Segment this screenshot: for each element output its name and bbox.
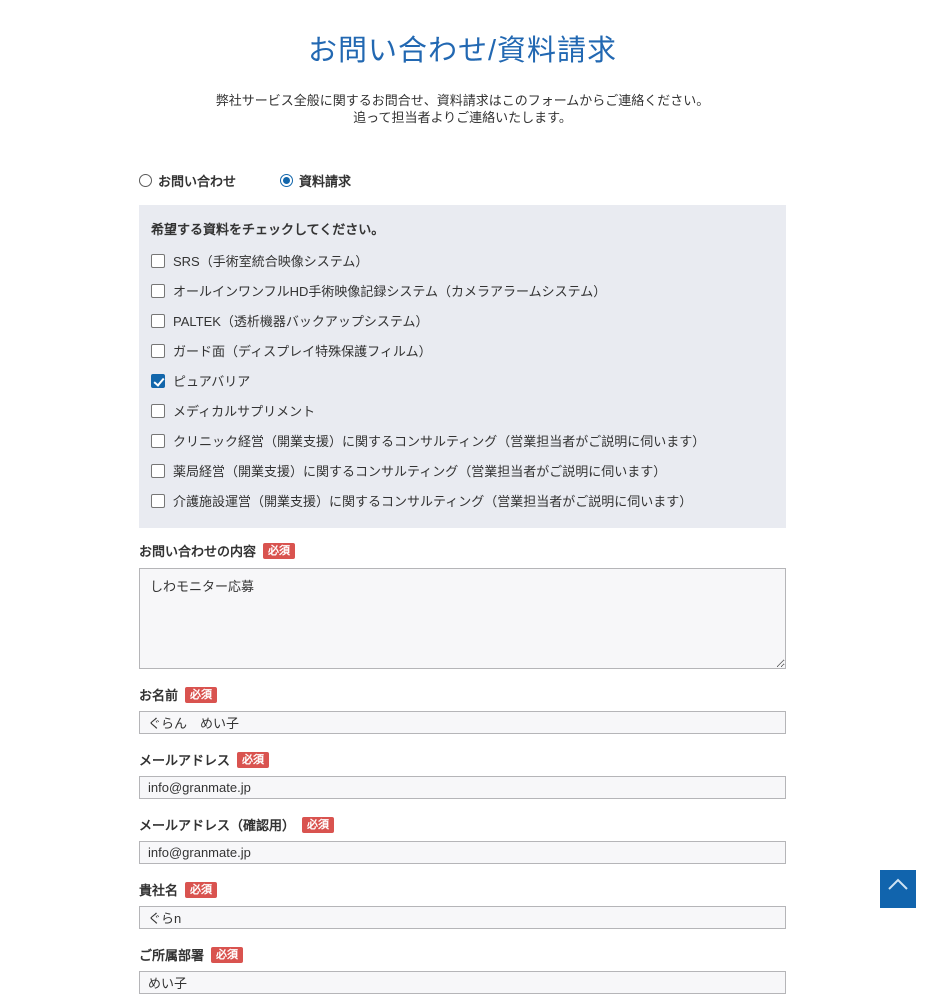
- email-confirm-input[interactable]: [139, 841, 786, 864]
- checkbox-label: オールインワンフルHD手術映像記録システム（カメラアラームシステム）: [173, 281, 606, 300]
- radio-option-label: 資料請求: [299, 171, 351, 190]
- checkbox-label: ガード面（ディスプレイ特殊保護フィルム）: [173, 341, 432, 360]
- field-label: ご所属部署: [139, 945, 204, 964]
- field-label-row: お問い合わせの内容 必須: [139, 541, 786, 560]
- required-badge: 必須: [185, 687, 217, 703]
- subtitle-line-1: 弊社サービス全般に関するお問合せ、資料請求はこのフォームからご連絡ください。: [216, 93, 710, 108]
- material-checkbox-row-paltek[interactable]: PALTEK（透析機器バックアップシステム）: [151, 311, 772, 330]
- checkbox-icon[interactable]: [151, 374, 165, 388]
- checkbox-icon[interactable]: [151, 404, 165, 418]
- field-message: お問い合わせの内容 必須 しわモニター応募: [139, 541, 786, 669]
- inquiry-type-group: お問い合わせ 資料請求: [139, 171, 786, 190]
- field-label-row: お名前 必須: [139, 685, 786, 704]
- checkbox-label: ピュアバリア: [173, 371, 250, 390]
- radio-option-materials-request[interactable]: 資料請求: [280, 171, 351, 190]
- page-title: お問い合わせ/資料請求: [139, 27, 786, 69]
- checkbox-icon[interactable]: [151, 434, 165, 448]
- name-input[interactable]: [139, 711, 786, 734]
- checkbox-icon[interactable]: [151, 314, 165, 328]
- checkbox-label: 介護施設運営（開業支援）に関するコンサルティング（営業担当者がご説明に伺います）: [173, 491, 692, 510]
- material-checkbox-row-pure-barrier[interactable]: ピュアバリア: [151, 371, 772, 390]
- required-badge: 必須: [211, 947, 243, 963]
- checkbox-label: クリニック経営（開業支援）に関するコンサルティング（営業担当者がご説明に伺います…: [173, 431, 705, 450]
- checkbox-icon[interactable]: [151, 464, 165, 478]
- required-badge: 必須: [185, 882, 217, 898]
- field-label: メールアドレス: [139, 750, 230, 769]
- field-company: 貴社名 必須: [139, 880, 786, 929]
- field-label: お名前: [139, 685, 178, 704]
- company-input[interactable]: [139, 906, 786, 929]
- checkbox-label: 薬局経営（開業支援）に関するコンサルティング（営業担当者がご説明に伺います）: [173, 461, 666, 480]
- material-checkbox-row-medical-supplement[interactable]: メディカルサプリメント: [151, 401, 772, 420]
- field-label: 貴社名: [139, 880, 178, 899]
- radio-option-label: お問い合わせ: [158, 171, 236, 190]
- scroll-top-button[interactable]: [880, 870, 916, 908]
- field-label-row: 貴社名 必須: [139, 880, 786, 899]
- checkbox-label: PALTEK（透析機器バックアップシステム）: [173, 311, 429, 330]
- material-checkbox-row-clinic-consulting[interactable]: クリニック経営（開業支援）に関するコンサルティング（営業担当者がご説明に伺います…: [151, 431, 772, 450]
- contact-form: お問い合わせ/資料請求 弊社サービス全般に関するお問合せ、資料請求はこのフォーム…: [139, 0, 786, 994]
- chevron-up-icon: [887, 877, 909, 891]
- field-label-row: メールアドレス（確認用） 必須: [139, 815, 786, 834]
- field-department: ご所属部署 必須: [139, 945, 786, 994]
- material-checkbox-row-allinone-hd[interactable]: オールインワンフルHD手術映像記録システム（カメラアラームシステム）: [151, 281, 772, 300]
- email-input[interactable]: [139, 776, 786, 799]
- materials-panel: 希望する資料をチェックしてください。 SRS（手術室統合映像システム） オールイ…: [139, 205, 786, 528]
- radio-icon[interactable]: [280, 174, 293, 187]
- checkbox-label: SRS（手術室統合映像システム）: [173, 251, 368, 270]
- subtitle-line-2: 追って担当者よりご連絡いたします。: [353, 110, 572, 125]
- checkbox-icon[interactable]: [151, 284, 165, 298]
- field-name: お名前 必須: [139, 685, 786, 734]
- material-checkbox-row-pharmacy-consulting[interactable]: 薬局経営（開業支援）に関するコンサルティング（営業担当者がご説明に伺います）: [151, 461, 772, 480]
- required-badge: 必須: [237, 752, 269, 768]
- required-badge: 必須: [263, 543, 295, 559]
- department-input[interactable]: [139, 971, 786, 994]
- field-label: お問い合わせの内容: [139, 541, 256, 560]
- checkbox-icon[interactable]: [151, 344, 165, 358]
- material-checkbox-row-carehome-consulting[interactable]: 介護施設運営（開業支援）に関するコンサルティング（営業担当者がご説明に伺います）: [151, 491, 772, 510]
- field-email-confirm: メールアドレス（確認用） 必須: [139, 815, 786, 864]
- checkbox-icon[interactable]: [151, 254, 165, 268]
- material-checkbox-row-guard-screen[interactable]: ガード面（ディスプレイ特殊保護フィルム）: [151, 341, 772, 360]
- checkbox-icon[interactable]: [151, 494, 165, 508]
- field-label-row: メールアドレス 必須: [139, 750, 786, 769]
- checkbox-label: メディカルサプリメント: [173, 401, 315, 420]
- message-textarea[interactable]: しわモニター応募: [139, 568, 786, 669]
- required-badge: 必須: [302, 817, 334, 833]
- field-email: メールアドレス 必須: [139, 750, 786, 799]
- field-label-row: ご所属部署 必須: [139, 945, 786, 964]
- materials-heading: 希望する資料をチェックしてください。: [151, 219, 772, 238]
- radio-option-inquiry[interactable]: お問い合わせ: [139, 171, 236, 190]
- field-label: メールアドレス（確認用）: [139, 815, 295, 834]
- radio-icon[interactable]: [139, 174, 152, 187]
- material-checkbox-row-srs[interactable]: SRS（手術室統合映像システム）: [151, 251, 772, 270]
- page-subtitle: 弊社サービス全般に関するお問合せ、資料請求はこのフォームからご連絡ください。追っ…: [139, 92, 786, 126]
